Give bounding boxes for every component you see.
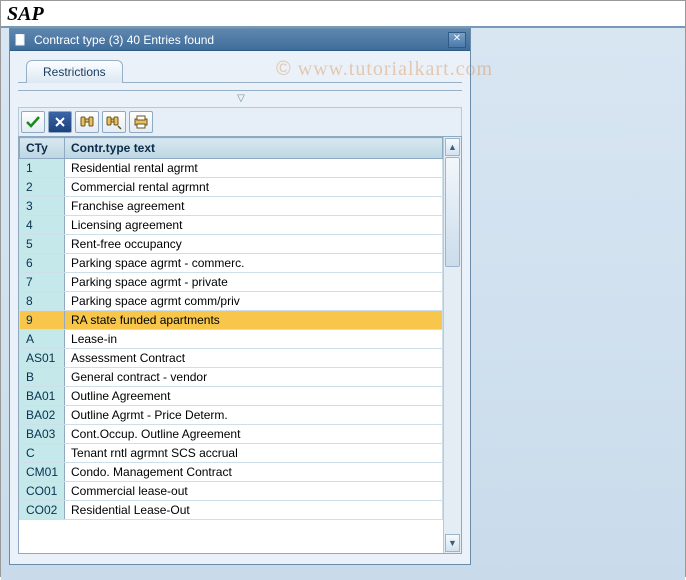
vertical-scrollbar[interactable]: ▲ ▼ — [443, 137, 461, 553]
print-icon — [133, 115, 149, 129]
cell-text[interactable]: Residential Lease-Out — [65, 501, 443, 520]
table-row[interactable]: BA02Outline Agrmt - Price Determ. — [20, 406, 443, 425]
cell-text[interactable]: Commercial lease-out — [65, 482, 443, 501]
cell-text[interactable]: Commercial rental agrmnt — [65, 178, 443, 197]
cell-text[interactable]: Assessment Contract — [65, 349, 443, 368]
cell-text[interactable]: Residential rental agrmt — [65, 159, 443, 178]
binoculars-next-icon — [106, 114, 122, 130]
column-header-cty[interactable]: CTy — [20, 138, 65, 159]
cell-code[interactable]: 5 — [20, 235, 65, 254]
table-row[interactable]: BGeneral contract - vendor — [20, 368, 443, 387]
cell-text[interactable]: Lease-in — [65, 330, 443, 349]
cell-code[interactable]: A — [20, 330, 65, 349]
cancel-icon — [53, 115, 67, 129]
close-button[interactable]: ✕ — [448, 32, 466, 48]
scroll-track[interactable] — [445, 157, 460, 533]
dialog-title-text: Contract type (3) 40 Entries found — [34, 33, 214, 47]
chevron-down-icon: ▼ — [448, 538, 457, 548]
table-row[interactable]: 1Residential rental agrmt — [20, 159, 443, 178]
check-icon — [25, 115, 41, 129]
scroll-up-button[interactable]: ▲ — [445, 138, 460, 156]
cell-text[interactable]: Parking space agrmt - private — [65, 273, 443, 292]
cell-code[interactable]: CO01 — [20, 482, 65, 501]
scroll-thumb[interactable] — [445, 157, 460, 267]
cell-code[interactable]: AS01 — [20, 349, 65, 368]
cell-code[interactable]: 4 — [20, 216, 65, 235]
cell-text[interactable]: General contract - vendor — [65, 368, 443, 387]
cell-code[interactable]: 8 — [20, 292, 65, 311]
table-row[interactable]: CO01Commercial lease-out — [20, 482, 443, 501]
cell-text[interactable]: RA state funded apartments — [65, 311, 443, 330]
contract-type-dialog: Contract type (3) 40 Entries found ✕ Res… — [9, 28, 471, 565]
column-header-text[interactable]: Contr.type text — [65, 138, 443, 159]
cell-code[interactable]: BA03 — [20, 425, 65, 444]
table-row[interactable]: BA03Cont.Occup. Outline Agreement — [20, 425, 443, 444]
close-icon: ✕ — [453, 33, 461, 44]
toolbar — [18, 107, 462, 136]
collapse-indicator-icon[interactable]: ▽ — [18, 93, 462, 107]
cell-code[interactable]: 9 — [20, 311, 65, 330]
confirm-button[interactable] — [21, 111, 45, 133]
cell-text[interactable]: Condo. Management Contract — [65, 463, 443, 482]
cell-code[interactable]: C — [20, 444, 65, 463]
table-row[interactable]: 8Parking space agrmt comm/priv — [20, 292, 443, 311]
cell-text[interactable]: Parking space agrmt comm/priv — [65, 292, 443, 311]
table-row[interactable]: 5Rent-free occupancy — [20, 235, 443, 254]
cell-code[interactable]: 2 — [20, 178, 65, 197]
app-background: © www.tutorialkart.com Contract type (3)… — [1, 28, 685, 580]
cell-code[interactable]: B — [20, 368, 65, 387]
app-title: SAP — [1, 1, 685, 28]
table-row[interactable]: AS01Assessment Contract — [20, 349, 443, 368]
table-row[interactable]: 9RA state funded apartments — [20, 311, 443, 330]
table-row[interactable]: BA01Outline Agreement — [20, 387, 443, 406]
table-row[interactable]: 6Parking space agrmt - commerc. — [20, 254, 443, 273]
find-button[interactable] — [75, 111, 99, 133]
table-row[interactable]: CO02Residential Lease-Out — [20, 501, 443, 520]
cell-text[interactable]: Tenant rntl agrmnt SCS accrual — [65, 444, 443, 463]
cell-text[interactable]: Cont.Occup. Outline Agreement — [65, 425, 443, 444]
dialog-titlebar[interactable]: Contract type (3) 40 Entries found ✕ — [10, 29, 470, 51]
cell-code[interactable]: BA02 — [20, 406, 65, 425]
cell-text[interactable]: Franchise agreement — [65, 197, 443, 216]
binoculars-icon — [79, 114, 95, 130]
cell-code[interactable]: 3 — [20, 197, 65, 216]
results-table-container: CTy Contr.type text 1Residential rental … — [18, 136, 462, 554]
table-row[interactable]: 4Licensing agreement — [20, 216, 443, 235]
tabstrip: Restrictions — [18, 57, 462, 83]
results-table[interactable]: CTy Contr.type text 1Residential rental … — [19, 137, 443, 520]
table-row[interactable]: 7Parking space agrmt - private — [20, 273, 443, 292]
find-next-button[interactable] — [102, 111, 126, 133]
cell-code[interactable]: BA01 — [20, 387, 65, 406]
cell-code[interactable]: 7 — [20, 273, 65, 292]
cell-text[interactable]: Outline Agreement — [65, 387, 443, 406]
cell-code[interactable]: CO02 — [20, 501, 65, 520]
table-row[interactable]: ALease-in — [20, 330, 443, 349]
chevron-up-icon: ▲ — [448, 142, 457, 152]
cell-text[interactable]: Licensing agreement — [65, 216, 443, 235]
cell-code[interactable]: 6 — [20, 254, 65, 273]
cell-code[interactable]: CM01 — [20, 463, 65, 482]
cancel-button[interactable] — [48, 111, 72, 133]
cell-code[interactable]: 1 — [20, 159, 65, 178]
scroll-down-button[interactable]: ▼ — [445, 534, 460, 552]
table-row[interactable]: 2Commercial rental agrmnt — [20, 178, 443, 197]
document-icon — [14, 33, 28, 47]
tab-restrictions[interactable]: Restrictions — [26, 60, 123, 83]
table-row[interactable]: 3Franchise agreement — [20, 197, 443, 216]
table-row[interactable]: CM01Condo. Management Contract — [20, 463, 443, 482]
cell-text[interactable]: Rent-free occupancy — [65, 235, 443, 254]
cell-text[interactable]: Outline Agrmt - Price Determ. — [65, 406, 443, 425]
cell-text[interactable]: Parking space agrmt - commerc. — [65, 254, 443, 273]
print-button[interactable] — [129, 111, 153, 133]
table-row[interactable]: CTenant rntl agrmnt SCS accrual — [20, 444, 443, 463]
